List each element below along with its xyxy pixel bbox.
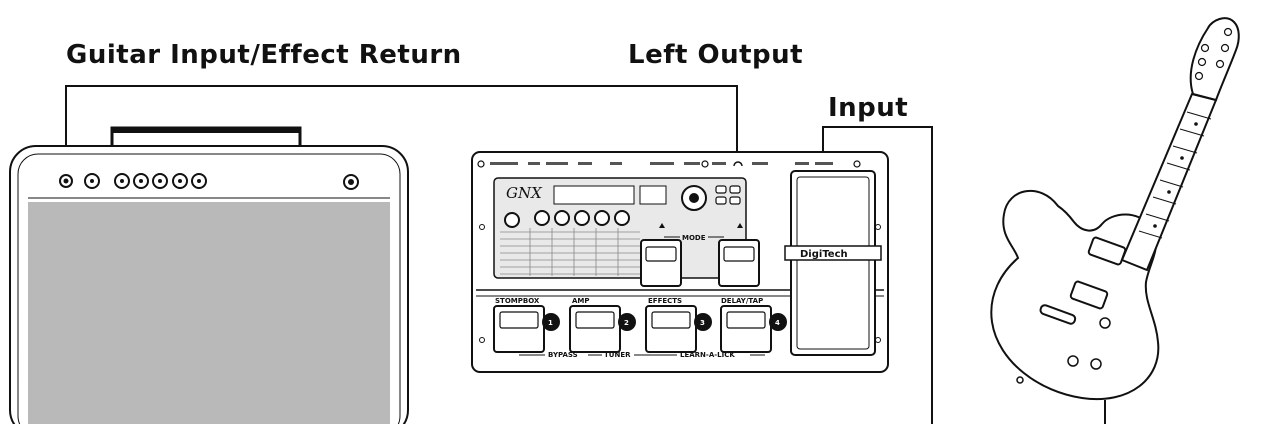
footswitch-label-effects: EFFECTS [648, 297, 682, 305]
bottom-label-bypass: BYPASS [548, 351, 578, 359]
effects-processor: GNX MODE DigiTech 1 2 3 4 STOMPBOX AMP E… [471, 151, 889, 373]
brand-logo: DigiTech [800, 249, 848, 260]
footswitch-3 [645, 305, 697, 353]
footswitch-label-amp: AMP [572, 297, 590, 305]
label-guitar-input-effect-return: Guitar Input/Effect Return [66, 40, 462, 70]
guitar-knob [1099, 317, 1111, 329]
footswitch-label-stompbox: STOMPBOX [495, 297, 540, 305]
svg-text:1: 1 [548, 319, 553, 327]
processor-display [553, 185, 635, 205]
svg-text:2: 2 [624, 319, 629, 327]
guitar-knob [1067, 355, 1079, 367]
expression-pedal [790, 170, 876, 356]
guitar-neck [1120, 92, 1218, 272]
amplifier [9, 126, 409, 424]
label-input: Input [828, 93, 909, 123]
svg-text:3: 3 [700, 319, 705, 327]
amp-grille [28, 202, 390, 424]
processor-logo: GNX [506, 184, 543, 202]
mode-label: MODE [682, 234, 706, 242]
footswitch-1 [493, 305, 545, 353]
label-left-output: Left Output [628, 40, 804, 70]
footswitch-2 [569, 305, 621, 353]
svg-text:4: 4 [775, 319, 780, 327]
footswitch-4 [720, 305, 772, 353]
bottom-label-learn: LEARN-A-LICK [680, 351, 735, 359]
guitar-knob [1090, 358, 1102, 370]
electric-guitar [990, 17, 1240, 401]
footswitch-label-delay: DELAY/TAP [721, 297, 763, 305]
bottom-label-tuner: TUNER [604, 351, 631, 359]
